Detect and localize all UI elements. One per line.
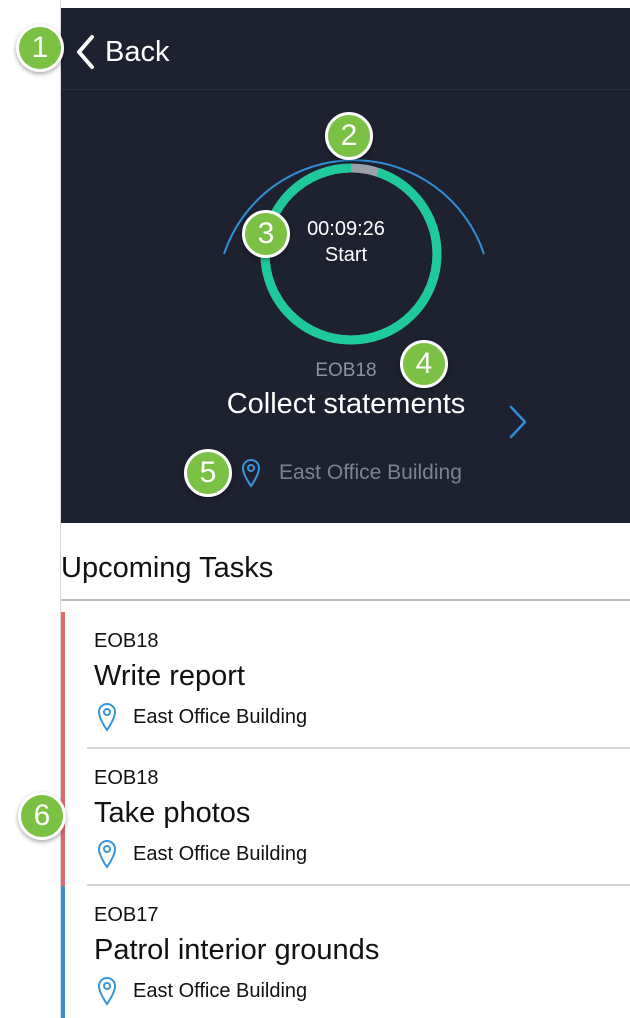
location-pin-icon	[97, 977, 117, 1006]
upcoming-task-item[interactable]: EOB18 Write report East Office Building	[61, 612, 630, 749]
current-task-location-label: East Office Building	[279, 461, 462, 484]
priority-bar	[61, 886, 65, 1018]
callout-badge-5: 5	[184, 449, 232, 497]
callout-badge-1: 1	[16, 24, 64, 72]
task-location-label: East Office Building	[133, 705, 308, 728]
upcoming-tasks-title: Upcoming Tasks	[61, 552, 274, 584]
task-location-label: East Office Building	[133, 842, 308, 865]
task-header: Back 00:09:26 Start EOB18 Collect statem…	[61, 8, 630, 523]
current-task-code: EOB18	[315, 360, 377, 381]
callout-badge-2: 2	[325, 112, 373, 160]
task-code: EOB17	[94, 904, 159, 926]
timer-graphic	[223, 159, 485, 345]
task-code: EOB18	[94, 630, 159, 652]
chevron-right-icon[interactable]	[507, 404, 529, 440]
task-location: East Office Building	[97, 976, 307, 1006]
location-pin-icon	[97, 840, 117, 869]
upcoming-task-list: EOB18 Write report East Office Building …	[61, 612, 630, 1018]
priority-bar	[61, 612, 65, 749]
current-task-location: East Office Building	[241, 458, 462, 488]
current-task-title[interactable]: Collect statements	[61, 388, 630, 421]
task-location: East Office Building	[97, 702, 307, 732]
start-button[interactable]: Start	[61, 244, 630, 267]
task-title: Write report	[94, 660, 245, 692]
callout-badge-6: 6	[18, 792, 66, 840]
upcoming-task-item[interactable]: EOB18 Take photos East Office Building	[61, 749, 630, 886]
upcoming-task-item[interactable]: EOB17 Patrol interior grounds East Offic…	[61, 886, 630, 1018]
task-title: Take photos	[94, 797, 251, 829]
task-code: EOB18	[94, 767, 159, 789]
location-pin-icon	[97, 703, 117, 732]
task-location-label: East Office Building	[133, 979, 308, 1002]
task-location: East Office Building	[97, 839, 307, 869]
upcoming-divider	[61, 599, 630, 601]
task-title: Patrol interior grounds	[94, 934, 380, 966]
timer-time: 00:09:26	[307, 218, 385, 240]
callout-badge-4: 4	[400, 340, 448, 388]
location-pin-icon	[241, 459, 261, 488]
callout-badge-3: 3	[242, 210, 290, 258]
